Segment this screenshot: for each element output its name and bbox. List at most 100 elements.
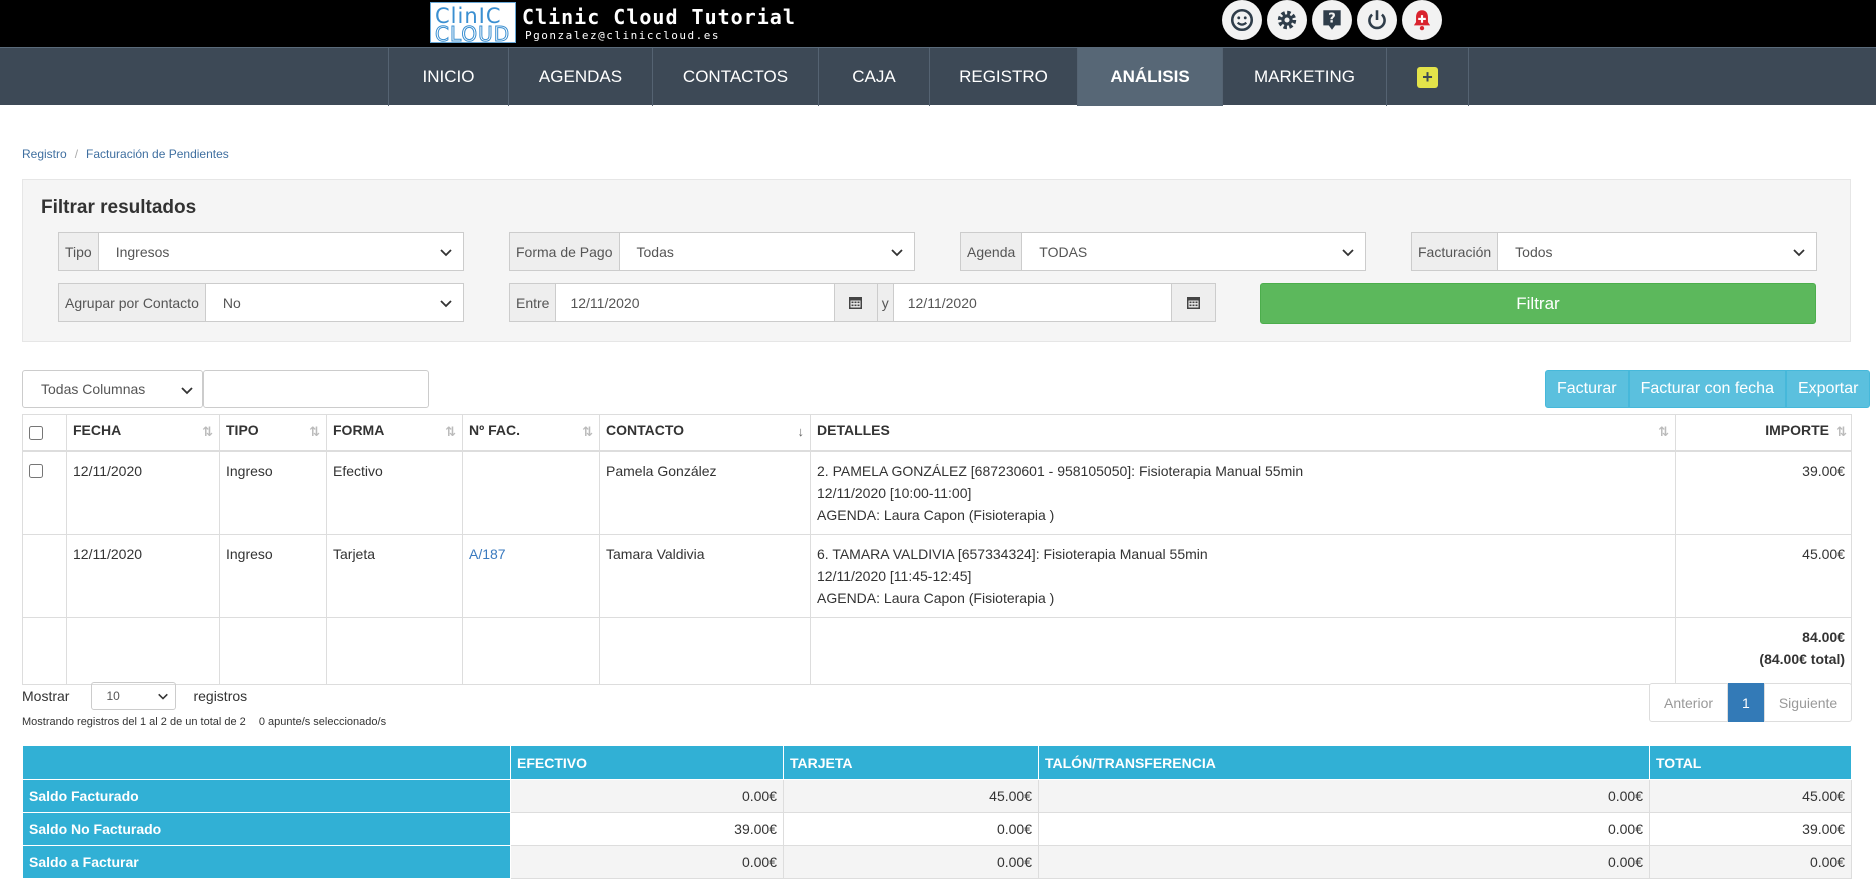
tipo-label: Tipo bbox=[59, 233, 99, 270]
nav-agendas[interactable]: AGENDAS bbox=[508, 48, 652, 106]
col-tipo-label: TIPO bbox=[226, 422, 259, 438]
page-length-select[interactable]: 10 bbox=[91, 682, 177, 710]
calendar-icon[interactable] bbox=[833, 284, 878, 321]
date-from-value: 12/11/2020 bbox=[570, 294, 640, 311]
tipo-select[interactable]: Tipo Ingresos bbox=[58, 232, 464, 271]
nav-contactos[interactable]: CONTACTOS bbox=[652, 48, 818, 106]
facturacion-select[interactable]: Facturación Todos bbox=[1411, 232, 1817, 271]
calendar-icon[interactable] bbox=[1171, 284, 1215, 321]
nav-analisis[interactable]: ANÁLISIS bbox=[1077, 48, 1222, 106]
summary-col-talon: TALÓN/TRANSFERENCIA bbox=[1038, 745, 1650, 780]
page-length-value: 10 bbox=[106, 689, 120, 703]
next-page-button[interactable]: Siguiente bbox=[1763, 683, 1853, 722]
cell-fecha: 12/11/2020 bbox=[66, 450, 220, 535]
records-label: registros bbox=[193, 688, 248, 704]
total-all-amount: (84.00€ total) bbox=[1759, 651, 1845, 667]
summary-header-row: EFECTIVO TARJETA TALÓN/TRANSFERENCIA TOT… bbox=[22, 745, 1852, 780]
summary-row-label: Saldo a Facturar bbox=[22, 845, 511, 879]
sort-icon: ⇅ bbox=[1836, 424, 1847, 439]
alert-bell-icon[interactable] bbox=[1402, 0, 1442, 40]
table-row[interactable]: 12/11/2020 Ingreso Efectivo Pamela Gonzá… bbox=[22, 450, 1852, 535]
chevron-down-icon bbox=[1342, 249, 1354, 257]
col-detalles[interactable]: DETALLES ⇅ bbox=[810, 414, 1676, 452]
summary-cell: 0.00€ bbox=[783, 812, 1039, 846]
clinic-cloud-logo[interactable]: ClinIC CLOUD bbox=[430, 2, 516, 47]
date-to-input[interactable]: 12/11/2020 bbox=[892, 284, 1171, 321]
detalle-line: 12/11/2020 [11:45-12:45] bbox=[817, 568, 972, 584]
sort-icon: ⇅ bbox=[445, 424, 456, 439]
power-icon[interactable] bbox=[1357, 0, 1397, 40]
page-1-button[interactable]: 1 bbox=[1728, 683, 1764, 722]
cell-forma: Tarjeta bbox=[326, 534, 463, 618]
detalle-line: AGENDA: Laura Capon (Fisioterapia ) bbox=[817, 590, 1055, 606]
logo-text-bottom: CLOUD bbox=[434, 22, 511, 47]
column-search-input[interactable] bbox=[203, 370, 429, 408]
breadcrumb-current[interactable]: Facturación de Pendientes bbox=[86, 147, 229, 161]
pagination: Anterior 1 Siguiente bbox=[1649, 683, 1853, 722]
col-tipo[interactable]: TIPO ⇅ bbox=[219, 414, 327, 452]
date-from-input[interactable]: 12/11/2020 bbox=[556, 284, 833, 321]
top-bar: ClinIC CLOUD Clinic Cloud Tutorial Pgonz… bbox=[0, 0, 1876, 47]
breadcrumb-registro[interactable]: Registro bbox=[22, 147, 67, 161]
col-nfac-label: Nº FAC. bbox=[469, 422, 521, 438]
svg-text:?: ? bbox=[1328, 12, 1336, 27]
col-forma[interactable]: FORMA ⇅ bbox=[326, 414, 463, 452]
col-importe[interactable]: IMPORTE ⇅ bbox=[1675, 414, 1852, 452]
invoice-link[interactable]: A/187 bbox=[469, 546, 506, 562]
agenda-value: TODAS bbox=[1039, 243, 1088, 260]
sort-icon: ⇅ bbox=[309, 424, 320, 439]
filtrar-button[interactable]: Filtrar bbox=[1260, 283, 1816, 324]
select-all-cell bbox=[22, 414, 67, 452]
cell-detalles: 2. PAMELA GONZÁLEZ [687230601 - 95810505… bbox=[810, 450, 1676, 535]
facturacion-label: Facturación bbox=[1412, 233, 1499, 270]
col-forma-label: FORMA bbox=[333, 422, 385, 438]
col-contacto[interactable]: CONTACTO ↓ bbox=[599, 414, 811, 452]
sort-asc-icon: ↓ bbox=[797, 424, 805, 439]
filter-title: Filtrar resultados bbox=[41, 197, 197, 218]
chevron-down-icon bbox=[158, 693, 169, 700]
nav-inicio[interactable]: INICIO bbox=[388, 48, 508, 106]
y-label: y bbox=[877, 284, 893, 321]
footer-empty bbox=[462, 617, 600, 685]
gear-icon[interactable] bbox=[1267, 0, 1307, 40]
forma-pago-value: Todas bbox=[636, 243, 674, 260]
app-title: Clinic Cloud Tutorial bbox=[522, 5, 796, 29]
nav-caja[interactable]: CAJA bbox=[818, 48, 929, 106]
chevron-down-icon bbox=[891, 249, 903, 257]
filter-panel: Filtrar resultados Tipo Ingresos Forma d… bbox=[22, 179, 1851, 342]
select-all-checkbox[interactable] bbox=[29, 426, 43, 440]
records-table: FECHA ⇅ TIPO ⇅ FORMA ⇅ Nº FAC. ⇅ CONTACTO ↓ D… bbox=[22, 414, 1852, 685]
cell-nfac: A/187 bbox=[462, 534, 600, 618]
table-row[interactable]: 12/11/2020 Ingreso Tarjeta A/187 Tamara … bbox=[22, 534, 1852, 618]
facturar-con-fecha-button[interactable]: Facturar con fecha bbox=[1628, 370, 1786, 408]
support-face-icon[interactable] bbox=[1222, 0, 1262, 40]
cell-tipo: Ingreso bbox=[219, 450, 327, 535]
row-checkbox[interactable] bbox=[29, 464, 43, 478]
footer-empty bbox=[22, 617, 67, 685]
facturacion-value: Todos bbox=[1515, 243, 1553, 260]
summary-cell: 0.00€ bbox=[1038, 779, 1650, 813]
nav-add[interactable]: + bbox=[1386, 48, 1469, 106]
table-action-buttons: Facturar Facturar con fecha Exportar bbox=[1545, 370, 1871, 408]
agenda-select[interactable]: Agenda TODAS bbox=[960, 232, 1366, 271]
nav-marketing[interactable]: MARKETING bbox=[1222, 48, 1386, 106]
detalle-line: AGENDA: Laura Capon (Fisioterapia ) bbox=[817, 507, 1055, 523]
agenda-label: Agenda bbox=[961, 233, 1023, 270]
facturar-button[interactable]: Facturar bbox=[1545, 370, 1629, 408]
prev-page-button[interactable]: Anterior bbox=[1649, 683, 1729, 722]
detalle-line: 2. PAMELA GONZÁLEZ [687230601 - 95810505… bbox=[817, 463, 1304, 479]
columns-select[interactable]: Todas Columnas bbox=[22, 370, 203, 408]
forma-pago-select[interactable]: Forma de Pago Todas bbox=[509, 232, 915, 271]
col-fecha[interactable]: FECHA ⇅ bbox=[66, 414, 220, 452]
summary-cell: 39.00€ bbox=[1649, 812, 1852, 846]
nav-registro[interactable]: REGISTRO bbox=[929, 48, 1077, 106]
summary-cell: 0.00€ bbox=[1038, 845, 1650, 879]
date-to-value: 12/11/2020 bbox=[907, 294, 977, 311]
exportar-button[interactable]: Exportar bbox=[1785, 370, 1871, 408]
col-nfac[interactable]: Nº FAC. ⇅ bbox=[462, 414, 600, 452]
footer-empty bbox=[326, 617, 463, 685]
row-select-cell bbox=[22, 450, 67, 535]
agrupar-contacto-select[interactable]: Agrupar por Contacto No bbox=[58, 283, 464, 322]
help-icon[interactable]: ? bbox=[1312, 0, 1352, 40]
col-contacto-label: CONTACTO bbox=[606, 422, 685, 438]
